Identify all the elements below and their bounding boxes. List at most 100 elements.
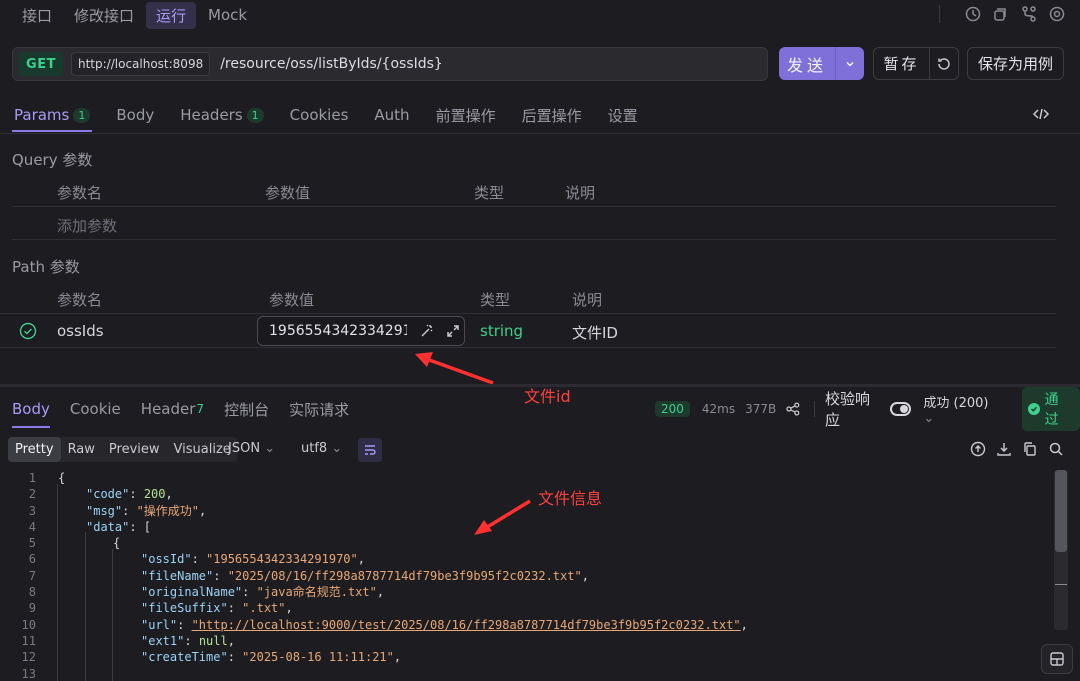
url-bar[interactable]: GET http://localhost:8098 /resource/oss/… bbox=[12, 47, 768, 81]
tab-label: 设置 bbox=[607, 106, 638, 125]
query-col-desc: 说明 bbox=[565, 184, 596, 202]
code-line: 10 "url": "http://localhost:9000/test/202… bbox=[0, 617, 1050, 633]
view-pretty[interactable]: Pretty bbox=[8, 437, 61, 462]
code-token: , bbox=[227, 633, 235, 648]
response-meta: 200 42ms 377B 校验响应 成功 (200) ⌄ 通过 bbox=[655, 387, 1080, 431]
expand-icon[interactable] bbox=[445, 323, 461, 339]
history-icon[interactable] bbox=[964, 5, 982, 23]
path-param-value: 1956554342334291970 bbox=[269, 323, 407, 339]
scrollbar-thumb[interactable] bbox=[1055, 470, 1067, 552]
verify-response-toggle[interactable] bbox=[889, 402, 912, 416]
resp-tab-body[interactable]: Body bbox=[12, 394, 50, 428]
send-button[interactable]: 发送 bbox=[779, 47, 836, 80]
code-token: : bbox=[191, 552, 207, 567]
code-token[interactable]: "http://localhost:9000/test/2025/08/16/f… bbox=[192, 618, 741, 632]
code-token: "操作成功" bbox=[136, 503, 200, 518]
row-divider bbox=[12, 206, 1056, 207]
code-token: : [ bbox=[129, 519, 152, 534]
check-icon bbox=[1027, 403, 1040, 415]
code-token: , bbox=[285, 601, 293, 616]
search-icon[interactable] bbox=[1048, 441, 1064, 457]
tab-label: Body bbox=[116, 106, 155, 124]
tab-post-processor[interactable]: 后置操作 bbox=[520, 98, 584, 132]
share-icon[interactable] bbox=[992, 5, 1010, 23]
view-raw[interactable]: Raw bbox=[61, 437, 102, 462]
tab-edit-interface[interactable]: 修改接口 bbox=[64, 2, 144, 29]
path-col-value: 参数值 bbox=[269, 291, 315, 309]
annotation-file-info: 文件信息 bbox=[538, 489, 603, 508]
tab-body[interactable]: Body bbox=[114, 98, 156, 132]
row-divider bbox=[0, 347, 1056, 348]
panel-splitter[interactable] bbox=[0, 384, 1080, 387]
tab-interface[interactable]: 接口 bbox=[12, 2, 62, 29]
resp-tab-actual-request[interactable]: 实际请求 bbox=[289, 394, 349, 424]
chevron-down-icon: ⌄ bbox=[264, 441, 276, 456]
code-token: "data" bbox=[86, 519, 130, 534]
tab-label: Cookies bbox=[289, 106, 349, 124]
method-select[interactable]: GET bbox=[19, 52, 63, 76]
pass-badge: 通过 bbox=[1021, 387, 1080, 431]
host-prefix[interactable]: http://localhost:8098 bbox=[71, 52, 211, 76]
tab-settings[interactable]: 设置 bbox=[606, 98, 640, 132]
headers-count-badge: 1 bbox=[246, 107, 264, 123]
code-token: : bbox=[213, 568, 228, 583]
expected-status-value: 成功 (200) bbox=[923, 396, 989, 411]
word-wrap-button[interactable] bbox=[358, 438, 382, 462]
branch-icon[interactable] bbox=[1020, 5, 1038, 23]
code-token: , bbox=[376, 585, 385, 600]
view-preview[interactable]: Preview bbox=[102, 437, 167, 462]
share-icon[interactable] bbox=[786, 402, 800, 416]
tab-mock[interactable]: Mock bbox=[198, 3, 257, 27]
tab-cookies[interactable]: Cookies bbox=[288, 98, 351, 132]
upload-icon[interactable] bbox=[970, 441, 986, 457]
send-button-group: 发送 bbox=[779, 47, 864, 80]
path-param-desc[interactable]: 文件ID bbox=[572, 322, 618, 343]
encoding-select[interactable]: utf8 ⌄ bbox=[301, 441, 342, 456]
code-token: "url" bbox=[141, 617, 178, 632]
code-token: , bbox=[199, 503, 207, 518]
tab-pre-processor[interactable]: 前置操作 bbox=[434, 98, 498, 132]
save-as-case-button[interactable]: 保存为用例 bbox=[967, 47, 1064, 80]
tab-label: 控制台 bbox=[224, 400, 270, 419]
add-param-input[interactable]: 添加参数 bbox=[57, 215, 117, 236]
path-param-value-input[interactable]: 1956554342334291970 bbox=[257, 316, 465, 346]
line-number: 9 bbox=[28, 601, 36, 616]
tab-params[interactable]: Params 1 bbox=[12, 98, 93, 132]
code-token: "msg" bbox=[86, 503, 123, 518]
code-text: "createTime": "2025-08-16 11:11:21", bbox=[36, 649, 401, 665]
tab-run[interactable]: 运行 bbox=[146, 1, 197, 29]
code-token: , bbox=[393, 650, 402, 665]
save-draft-button[interactable]: 暂存 bbox=[874, 48, 930, 79]
wrap-icon bbox=[365, 445, 376, 455]
response-actions bbox=[960, 441, 1064, 457]
query-col-name: 参数名 bbox=[57, 184, 103, 202]
expected-status-select[interactable]: 成功 (200) ⌄ bbox=[923, 392, 1002, 426]
reset-button[interactable] bbox=[930, 48, 958, 79]
tab-auth[interactable]: Auth bbox=[372, 98, 411, 132]
check-circle-icon[interactable] bbox=[19, 322, 37, 340]
resp-tab-cookie[interactable]: Cookie bbox=[70, 394, 121, 424]
code-token: , bbox=[165, 487, 173, 502]
resp-tab-console[interactable]: 控制台 bbox=[224, 394, 269, 424]
path-param-name[interactable]: ossIds bbox=[57, 322, 104, 340]
code-token: "fileName" bbox=[141, 568, 214, 583]
magic-wand-icon[interactable] bbox=[419, 323, 435, 339]
path-param-type[interactable]: string bbox=[480, 322, 523, 340]
download-icon[interactable] bbox=[996, 441, 1012, 457]
refresh-icon bbox=[938, 57, 950, 70]
response-size: 377B bbox=[745, 402, 777, 416]
settings-icon[interactable] bbox=[1048, 5, 1066, 23]
url-path-input[interactable]: /resource/oss/listByIds/{ossIds} bbox=[220, 56, 443, 72]
annotation-arrow-icon bbox=[474, 499, 531, 535]
tab-headers[interactable]: Headers 1 bbox=[178, 98, 265, 132]
send-dropdown-button[interactable] bbox=[836, 47, 864, 80]
copy-icon[interactable] bbox=[1022, 441, 1038, 457]
code-token: "ext1" bbox=[141, 633, 185, 648]
format-select[interactable]: JSON ⌄ bbox=[228, 441, 275, 456]
code-text: "ext1": null, bbox=[36, 633, 235, 649]
path-params-title: Path 参数 bbox=[12, 258, 80, 276]
resp-tab-header[interactable]: Header 7 bbox=[141, 394, 204, 424]
line-number: 10 bbox=[21, 617, 36, 632]
code-icon[interactable] bbox=[1032, 105, 1050, 123]
layout-toggle-button[interactable] bbox=[1041, 644, 1073, 674]
